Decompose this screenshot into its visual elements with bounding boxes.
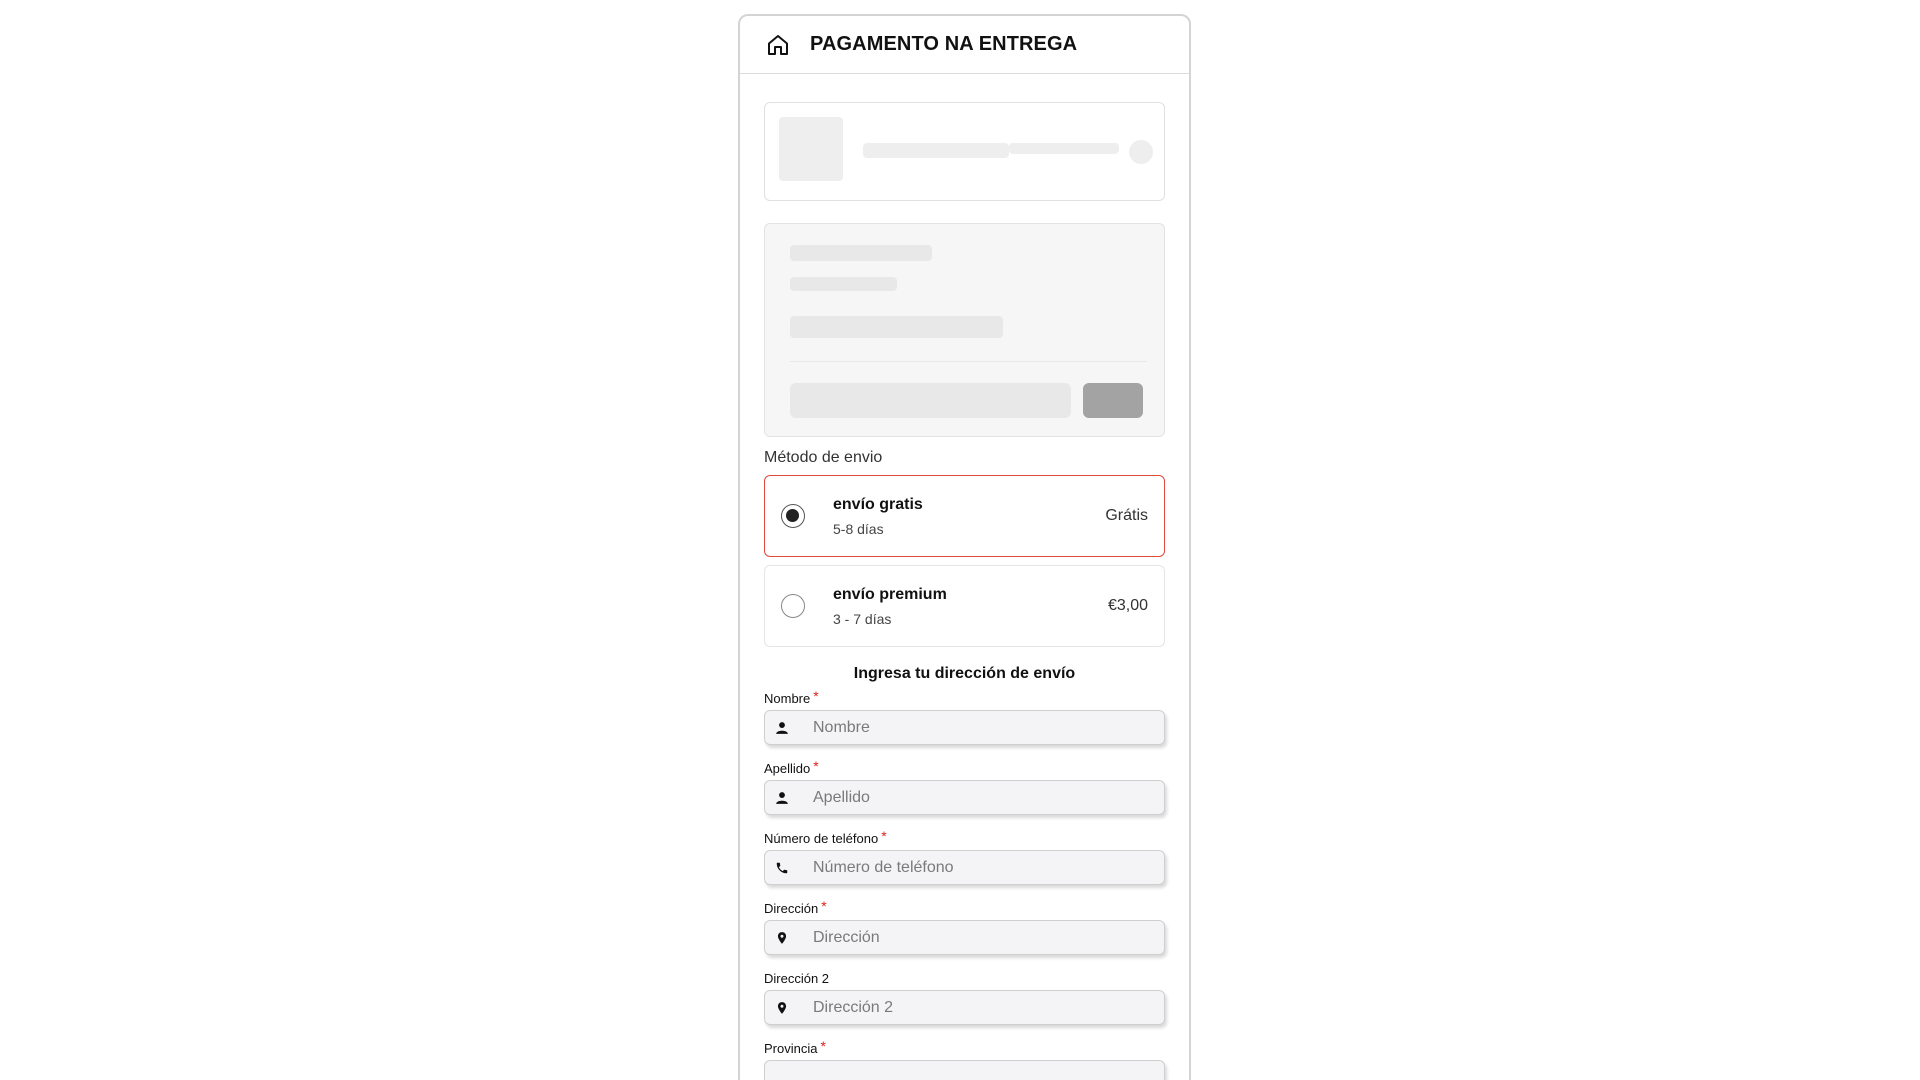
shipping-option-name: envío gratis	[833, 495, 923, 513]
field-label: Apellido	[764, 761, 811, 776]
person-icon	[765, 791, 799, 805]
address-input[interactable]	[813, 928, 1143, 947]
order-summary-skeleton	[764, 223, 1165, 437]
home-icon[interactable]	[766, 32, 792, 58]
radio-unselected-icon[interactable]	[781, 594, 805, 618]
product-title-skeleton	[863, 143, 1009, 158]
summary-line-skeleton	[790, 245, 932, 261]
shipping-option-name: envío premium	[833, 585, 947, 603]
required-mark: *	[820, 1038, 826, 1054]
shipping-method-label: Método de envio	[764, 449, 883, 466]
last-name-field: Apellido *	[764, 758, 1165, 815]
location-pin-icon	[765, 931, 799, 945]
address-form-title: Ingresa tu dirección de envío	[853, 665, 1076, 682]
first-name-input[interactable]	[813, 718, 1143, 737]
phone-input[interactable]	[813, 858, 1143, 877]
phone-icon	[765, 861, 799, 875]
required-mark: *	[813, 758, 819, 774]
shipping-option-eta: 5-8 días	[833, 520, 884, 537]
address-field: Dirección *	[764, 898, 1165, 955]
address2-field: Dirección 2	[764, 971, 1165, 1025]
shipping-option-eta: 3 - 7 días	[833, 610, 892, 627]
field-label: Número de teléfono	[764, 831, 879, 846]
required-mark: *	[813, 688, 819, 704]
required-mark: *	[881, 828, 887, 844]
product-image-skeleton	[779, 117, 843, 181]
required-mark: *	[821, 898, 827, 914]
checkout-header: PAGAMENTO NA ENTREGA	[740, 16, 1189, 74]
field-label: Provincia	[764, 1041, 818, 1056]
product-qty-skeleton	[1129, 140, 1153, 164]
address2-input[interactable]	[813, 998, 1143, 1017]
location-pin-icon	[765, 1001, 799, 1015]
first-name-field: Nombre *	[764, 688, 1165, 745]
person-icon	[765, 721, 799, 735]
product-price-skeleton	[1009, 143, 1119, 154]
field-label: Dirección 2	[764, 971, 830, 986]
page-title: PAGAMENTO NA ENTREGA	[810, 33, 1078, 55]
summary-line-skeleton	[790, 277, 897, 291]
shipping-option-premium[interactable]: envío premium 3 - 7 días €3,00	[764, 565, 1165, 647]
checkout-panel: PAGAMENTO NA ENTREGA Método de envio env…	[738, 14, 1191, 1080]
summary-divider	[790, 361, 1147, 362]
summary-total-skeleton	[790, 316, 1003, 338]
coupon-input-skeleton	[790, 383, 1071, 418]
shipping-option-price: Grátis	[1105, 507, 1148, 524]
coupon-button-skeleton	[1083, 383, 1143, 418]
field-label: Dirección	[764, 901, 819, 916]
last-name-input[interactable]	[813, 788, 1143, 807]
province-field: Provincia *	[764, 1038, 1165, 1080]
shipping-option-free[interactable]: envío gratis 5-8 días Grátis	[764, 475, 1165, 557]
product-card-skeleton	[764, 102, 1165, 201]
field-label: Nombre	[764, 691, 811, 706]
province-select[interactable]	[764, 1060, 1165, 1080]
shipping-option-price: €3,00	[1107, 597, 1148, 614]
radio-selected-icon[interactable]	[781, 504, 805, 528]
phone-field: Número de teléfono *	[764, 828, 1165, 885]
